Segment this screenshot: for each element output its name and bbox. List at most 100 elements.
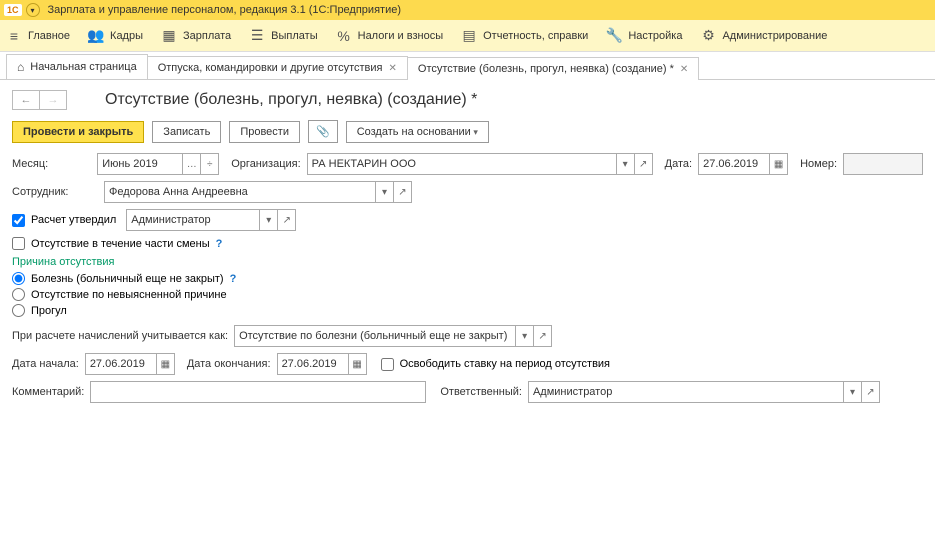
- tab-absence-create[interactable]: Отсутствие (болезнь, прогул, неявка) (со…: [407, 57, 699, 80]
- date-field: ▦: [698, 153, 788, 175]
- number-label: Номер:: [800, 158, 837, 170]
- shift-part-checkbox[interactable]: Отсутствие в течение части смены: [12, 237, 210, 250]
- date-end-input[interactable]: [277, 353, 349, 375]
- org-input[interactable]: [307, 153, 617, 175]
- org-label: Организация:: [231, 158, 300, 170]
- menu-icon: ≡: [6, 28, 22, 44]
- org-field: ▾ ↗: [307, 153, 653, 175]
- number-input[interactable]: [843, 153, 923, 175]
- employee-input[interactable]: [104, 181, 376, 203]
- date-label: Дата:: [665, 158, 692, 170]
- menu-payments[interactable]: ☰Выплаты: [249, 28, 317, 44]
- wallet-icon: ☰: [249, 28, 265, 44]
- open-icon[interactable]: ↗: [862, 381, 880, 403]
- page-title: Отсутствие (болезнь, прогул, неявка) (со…: [75, 91, 477, 109]
- doc-icon: ▤: [461, 28, 477, 44]
- employee-field: ▾ ↗: [104, 181, 412, 203]
- menu-settings[interactable]: 🔧Настройка: [606, 28, 682, 44]
- open-icon[interactable]: ↗: [278, 209, 296, 231]
- approved-label: Расчет утвердил: [31, 214, 116, 226]
- comment-label: Комментарий:: [12, 386, 84, 398]
- back-button[interactable]: ←: [12, 90, 40, 110]
- shift-part-label: Отсутствие в течение части смены: [31, 238, 210, 250]
- number-field: [843, 153, 923, 175]
- reason-illness[interactable]: Болезнь (больничный еще не закрыт) ?: [12, 272, 923, 285]
- create-based-button[interactable]: Создать на основании: [346, 121, 489, 143]
- paperclip-icon: 📎: [316, 126, 330, 138]
- close-icon[interactable]: ✕: [680, 64, 688, 75]
- window-title: Зарплата и управление персоналом, редакц…: [44, 4, 401, 16]
- menu-taxes[interactable]: %Налоги и взносы: [336, 28, 444, 44]
- dropdown-icon[interactable]: ▾: [516, 325, 534, 347]
- wrench-icon: 🔧: [606, 28, 622, 44]
- month-field: … ÷: [97, 153, 219, 175]
- approver-input[interactable]: [126, 209, 260, 231]
- calc-as-field: ▾ ↗: [234, 325, 552, 347]
- open-icon[interactable]: ↗: [534, 325, 552, 347]
- home-icon: ⌂: [17, 60, 24, 74]
- attach-button[interactable]: 📎: [308, 120, 338, 143]
- reason-unknown[interactable]: Отсутствие по невыясненной причине: [12, 288, 923, 301]
- dropdown-icon[interactable]: ▾: [260, 209, 278, 231]
- help-icon[interactable]: ?: [216, 238, 223, 250]
- shift-part-check-input[interactable]: [12, 237, 25, 250]
- approved-check-input[interactable]: [12, 214, 25, 227]
- calendar-icon[interactable]: ▦: [349, 353, 367, 375]
- reason-truancy-radio[interactable]: [12, 304, 25, 317]
- date-start-label: Дата начала:: [12, 358, 79, 370]
- calendar-icon: ▦: [161, 28, 177, 44]
- month-label: Месяц:: [12, 158, 91, 170]
- comment-field: [90, 381, 426, 403]
- help-icon[interactable]: ?: [230, 273, 237, 285]
- people-icon: 👥: [88, 28, 104, 44]
- dropdown-icon[interactable]: ▾: [376, 181, 394, 203]
- main-menu: ≡Главное 👥Кадры ▦Зарплата ☰Выплаты %Нало…: [0, 20, 935, 52]
- responsible-input[interactable]: [528, 381, 844, 403]
- release-rate-label: Освободить ставку на период отсутствия: [400, 358, 610, 370]
- menu-reports[interactable]: ▤Отчетность, справки: [461, 28, 588, 44]
- approved-checkbox[interactable]: Расчет утвердил: [12, 214, 116, 227]
- save-button[interactable]: Записать: [152, 121, 221, 143]
- reason-illness-radio[interactable]: [12, 272, 25, 285]
- tab-absences-list[interactable]: Отпуска, командировки и другие отсутстви…: [147, 56, 408, 79]
- nav-row: ← → Отсутствие (болезнь, прогул, неявка)…: [0, 80, 935, 116]
- release-rate-check-input[interactable]: [381, 358, 394, 371]
- calendar-icon[interactable]: ▦: [770, 153, 788, 175]
- date-start-input[interactable]: [85, 353, 157, 375]
- close-icon[interactable]: ✕: [389, 63, 397, 74]
- window-titlebar: 1C ▾ Зарплата и управление персоналом, р…: [0, 0, 935, 20]
- select-icon[interactable]: …: [183, 153, 201, 175]
- post-button[interactable]: Провести: [229, 121, 300, 143]
- reason-unknown-radio[interactable]: [12, 288, 25, 301]
- approver-field: ▾ ↗: [126, 209, 296, 231]
- dropdown-icon[interactable]: ▾: [844, 381, 862, 403]
- post-and-close-button[interactable]: Провести и закрыть: [12, 121, 144, 143]
- menu-salary[interactable]: ▦Зарплата: [161, 28, 231, 44]
- menu-main[interactable]: ≡Главное: [6, 28, 70, 44]
- calc-as-input[interactable]: [234, 325, 516, 347]
- command-bar: Провести и закрыть Записать Провести 📎 С…: [0, 116, 935, 153]
- date-start-field: ▦: [85, 353, 175, 375]
- gear-icon: ⚙: [700, 28, 716, 44]
- responsible-label: Ответственный:: [440, 386, 522, 398]
- tab-home[interactable]: ⌂Начальная страница: [6, 54, 148, 79]
- menu-personnel[interactable]: 👥Кадры: [88, 28, 143, 44]
- stepper-icon[interactable]: ÷: [201, 153, 219, 175]
- open-icon[interactable]: ↗: [394, 181, 412, 203]
- responsible-field: ▾ ↗: [528, 381, 880, 403]
- reason-truancy[interactable]: Прогул: [12, 304, 923, 317]
- month-input[interactable]: [97, 153, 183, 175]
- forward-button[interactable]: →: [39, 90, 67, 110]
- release-rate-checkbox[interactable]: Освободить ставку на период отсутствия: [381, 358, 610, 371]
- date-end-label: Дата окончания:: [187, 358, 271, 370]
- dropdown-icon[interactable]: ▾: [617, 153, 635, 175]
- comment-input[interactable]: [90, 381, 426, 403]
- titlebar-dropdown[interactable]: ▾: [26, 3, 40, 17]
- date-input[interactable]: [698, 153, 770, 175]
- calendar-icon[interactable]: ▦: [157, 353, 175, 375]
- employee-label: Сотрудник:: [12, 186, 98, 198]
- date-end-field: ▦: [277, 353, 367, 375]
- reason-section-title: Причина отсутствия: [12, 256, 923, 268]
- menu-admin[interactable]: ⚙Администрирование: [700, 28, 827, 44]
- open-icon[interactable]: ↗: [635, 153, 653, 175]
